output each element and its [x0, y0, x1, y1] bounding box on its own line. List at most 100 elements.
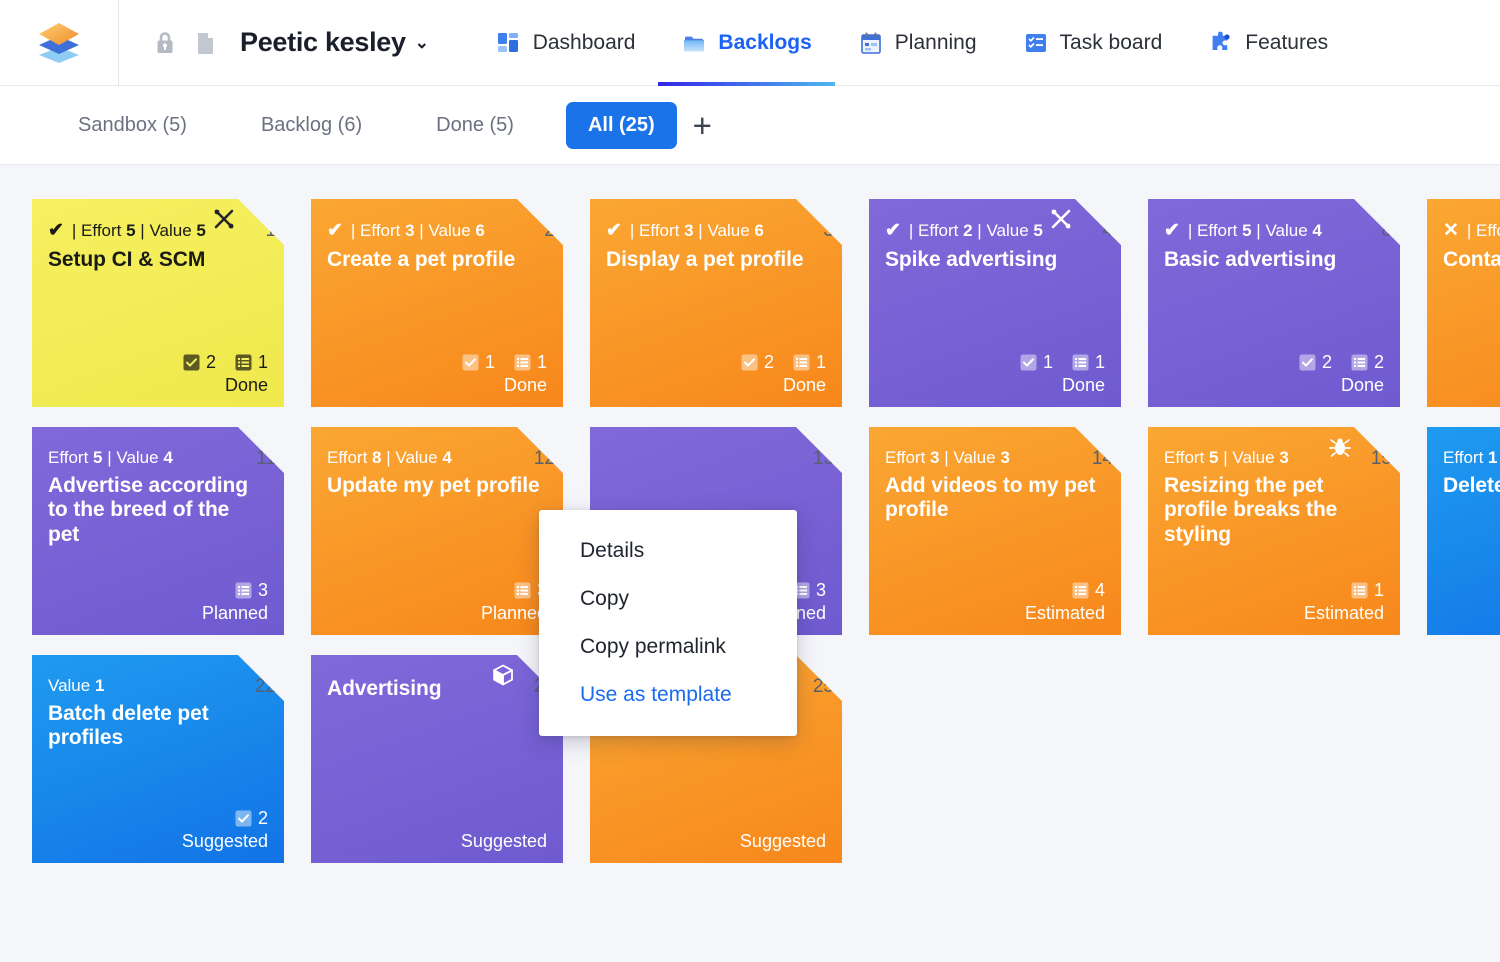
backlog-card[interactable]: 4 ✔ | Effort 2 | Value 5 Spike advertising 1… [869, 199, 1121, 407]
card-note-count-value: 1 [1094, 352, 1105, 373]
card-footer: 2 1 Done [606, 352, 826, 397]
card-footer: 1 1 Done [327, 352, 547, 397]
card-task-count-value: 2 [1321, 352, 1332, 373]
backlog-card[interactable]: 24AdvertisingSuggested [311, 655, 563, 863]
card-meta-text: | Effort 3 | Value 6 [350, 221, 485, 241]
context-menu-item-copy-permalink[interactable]: Copy permalink [539, 623, 797, 671]
card-meta: ✔ | Effort 3 | Value 6 [327, 221, 545, 242]
card-status-label: Done [1340, 375, 1384, 396]
card-note-count: 1 [1351, 580, 1384, 601]
card-counters: 3 [48, 580, 268, 601]
backlog-card[interactable]: 12 Effort 8 | Value 4 Update my pet profil… [311, 427, 563, 635]
card-title: Create a pet profile [327, 247, 516, 271]
checkbox-icon [183, 354, 200, 371]
planning-icon [860, 32, 881, 54]
card-counters: 4 [885, 580, 1105, 601]
card-number: 3 [823, 220, 834, 241]
nav-item-planning[interactable]: Planning [835, 0, 1000, 86]
tab-all[interactable]: All (25) [565, 101, 677, 149]
card-title: Setup CI & SCM [48, 247, 206, 271]
card-task-count-value: 2 [257, 808, 268, 829]
context-menu-item-copy[interactable]: Copy [539, 575, 797, 623]
card-status-glyph: ✔ [1164, 220, 1180, 241]
card-counters: 22 [1164, 352, 1384, 373]
nav-item-features[interactable]: Features [1185, 0, 1351, 86]
card-status-label: Done [503, 375, 547, 396]
backlog-card[interactable]: 8 ✔ | Effort 5 | Value 4 Basic advertising 2… [1148, 199, 1400, 407]
main-navigation: Dashboard Backlogs Planning Task board F… [473, 0, 1351, 86]
checkbox-icon [741, 354, 758, 371]
card-task-count: 2 [1299, 352, 1332, 373]
card-note-count-value: 3 [815, 580, 826, 601]
project-title[interactable]: Peetic kesley ⌄ [240, 27, 429, 58]
card-meta-text: | Effort 3 | Value 6 [629, 221, 764, 241]
nav-label-planning: Planning [894, 30, 977, 54]
backlog-card[interactable]: 11 Effort 5 | Value 4 Advertise according … [32, 427, 284, 635]
card-context-menu: Details Copy Copy permalink Use as templ… [539, 510, 797, 736]
card-note-count: 1 [793, 352, 826, 373]
card-meta-text: Effort 3 | Value 3 [885, 448, 1010, 467]
card-meta-text: Effort 5 | Value 3 [1164, 448, 1289, 467]
card-meta: Value 1 [48, 677, 266, 696]
card-number: 25 [812, 676, 834, 697]
card-number: 13 [812, 448, 834, 469]
card-task-count: 2 [741, 352, 774, 373]
tab-backlog[interactable]: Backlog (6) [239, 102, 384, 149]
card-footer: 2 Suggested [48, 808, 268, 853]
card-title: Conta [1443, 247, 1500, 271]
card-task-count-value: 2 [763, 352, 774, 373]
nav-item-dashboard[interactable]: Dashboard [473, 0, 659, 86]
card-footer: 2 1 Done [48, 352, 268, 397]
tab-done[interactable]: Done (5) [414, 102, 536, 149]
app-logo[interactable] [0, 0, 119, 86]
card-title: Batch delete pet profiles [48, 701, 209, 750]
card-counters: 11 [327, 352, 547, 373]
context-menu-item-details[interactable]: Details [539, 527, 797, 575]
card-footer: 2 2 Done [1164, 352, 1384, 397]
document-icon[interactable] [192, 28, 218, 58]
notes-list-icon [1351, 582, 1368, 599]
nav-item-task-board[interactable]: Task board [1000, 0, 1186, 86]
card-meta: ✕ | Effo [1443, 220, 1500, 242]
backlog-card[interactable]: 14 Effort 3 | Value 3 Add videos to my pet… [869, 427, 1121, 635]
card-note-count-value: 3 [257, 580, 268, 601]
chevron-down-icon: ⌄ [414, 33, 429, 52]
backlog-card[interactable]: ✕ | Effo Conta [1427, 199, 1500, 407]
card-title: Resizing the pet profile breaks the styl… [1164, 473, 1338, 546]
package-icon [491, 663, 515, 687]
context-menu-item-use-as-template[interactable]: Use as template [539, 671, 797, 719]
backlog-card[interactable]: 3 ✔ | Effort 3 | Value 6 Display a pet prof… [590, 199, 842, 407]
card-footer: 3Planned [327, 580, 547, 625]
nav-label-task-board: Task board [1059, 30, 1163, 54]
card-note-count: 1 [235, 352, 268, 373]
lock-icon[interactable] [152, 28, 178, 58]
backlog-card[interactable]: 1 ✔ | Effort 5 | Value 5 Setup CI & SCM 2 1 Do… [32, 199, 284, 407]
board-row: 1 ✔ | Effort 5 | Value 5 Setup CI & SCM 2 1 Do… [32, 199, 1500, 407]
card-note-count-value: 4 [1094, 580, 1105, 601]
card-meta: Effort 3 | Value 3 [885, 449, 1103, 468]
card-title: Spike advertising [885, 247, 1058, 271]
card-counters: 11 [885, 352, 1105, 373]
card-meta: ✔ | Effort 5 | Value 4 [1164, 221, 1382, 242]
card-title: Add videos to my pet profile [885, 473, 1096, 522]
task-board-icon [1025, 33, 1046, 52]
card-footer: Suggested [606, 829, 826, 853]
add-tab-button[interactable]: + [687, 109, 718, 142]
backlog-card[interactable]: 2 ✔ | Effort 3 | Value 6 Create a pet profi… [311, 199, 563, 407]
card-task-count: 1 [462, 352, 495, 373]
card-note-count: 3 [235, 580, 268, 601]
backlog-card[interactable]: Effort 1 | Delete [1427, 427, 1500, 635]
card-title: Update my pet profile [327, 473, 540, 497]
card-number: 22 [254, 676, 276, 697]
backlog-card[interactable]: 15 Effort 5 | Value 3 Resizing the pet pro… [1148, 427, 1400, 635]
nav-item-backlogs[interactable]: Backlogs [658, 0, 836, 86]
card-footer: 4 Estimated [885, 580, 1105, 625]
backlog-card[interactable]: 22 Value 1 Batch delete pet profiles 2 Sugge… [32, 655, 284, 863]
card-status-label: Planned [480, 603, 547, 624]
backlog-board: 1 ✔ | Effort 5 | Value 5 Setup CI & SCM 2 1 Do… [0, 165, 1500, 962]
card-status-label: Suggested [181, 831, 268, 852]
layers-logo-icon [39, 22, 79, 63]
card-status-glyph: ✔ [606, 220, 622, 241]
tab-sandbox[interactable]: Sandbox (5) [56, 102, 209, 149]
card-meta-text: Effort 5 | Value 4 [48, 448, 173, 467]
